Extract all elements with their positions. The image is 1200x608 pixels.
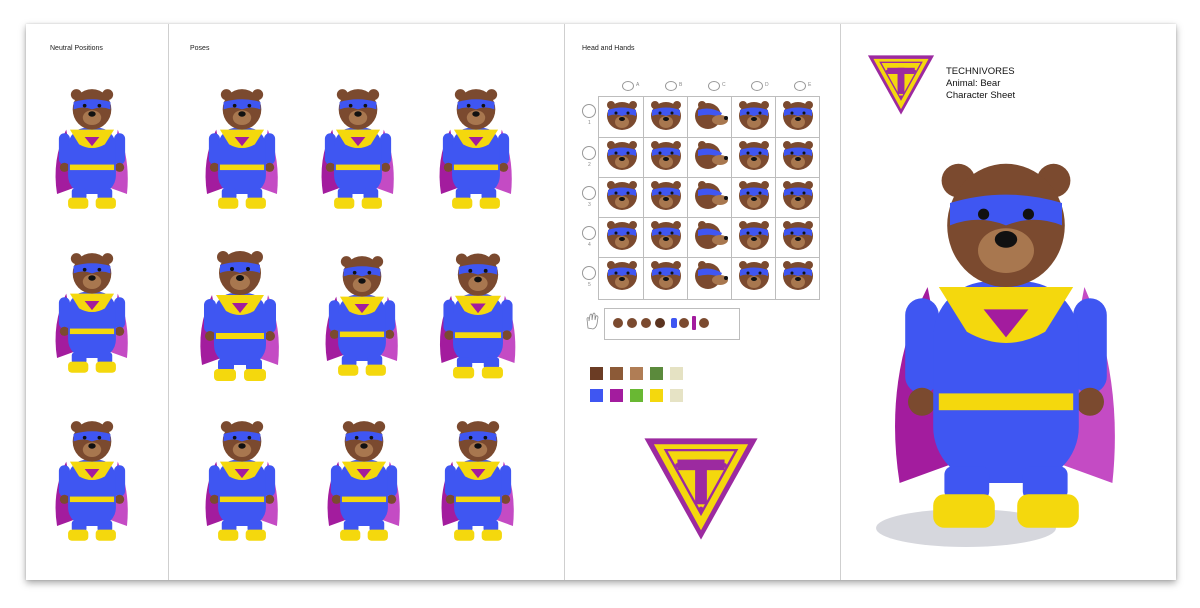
- head-1b: [651, 101, 681, 130]
- row-label-4: 4: [588, 242, 591, 248]
- bear-pose-1: [205, 89, 278, 209]
- view-three-quarter-icon: [665, 81, 677, 91]
- head-3a: [607, 181, 637, 210]
- head-hands-label: Head and Hands: [582, 45, 635, 52]
- bear-pose-5: [325, 256, 398, 376]
- head-1c: [695, 101, 728, 129]
- column-label-d: D: [765, 82, 769, 88]
- bear-pose-9: [441, 421, 514, 541]
- head-4c: [695, 221, 728, 249]
- swatch-3: [630, 367, 643, 380]
- head-3b: [651, 181, 681, 210]
- bear-hero: [895, 163, 1115, 528]
- bear-pose-6: [439, 253, 516, 379]
- bear-neutral-side: [55, 253, 128, 373]
- head-2c: [695, 141, 728, 169]
- bear-pose-8: [327, 421, 400, 541]
- swatch-7: [610, 389, 623, 402]
- head-1d: [739, 101, 769, 130]
- row-label-1: 1: [588, 120, 591, 126]
- head-2a: [607, 141, 637, 170]
- head-3c: [695, 181, 728, 209]
- head-1a: [607, 101, 637, 130]
- logo-large: [643, 437, 759, 541]
- brand-name: TECHNIVORES: [946, 66, 1015, 77]
- emotion-neutral-icon: [582, 104, 596, 118]
- head-5b: [651, 261, 681, 290]
- head-4a: [607, 221, 637, 250]
- swatch-8: [630, 389, 643, 402]
- logo-small: [867, 54, 935, 116]
- swatch-6: [590, 389, 603, 402]
- swatch-5: [670, 367, 683, 380]
- bear-pose-2: [321, 89, 394, 209]
- row-label-3: 3: [588, 202, 591, 208]
- head-4e: [783, 221, 813, 250]
- head-2e: [783, 141, 813, 170]
- divider-3: [840, 24, 841, 580]
- emotion-surprised-icon: [582, 266, 596, 280]
- column-label-c: C: [722, 82, 726, 88]
- bear-neutral-front: [55, 89, 128, 209]
- brand-animal: Animal: Bear: [946, 78, 1001, 89]
- swatch-2: [610, 367, 623, 380]
- row-label-5: 5: [588, 282, 591, 288]
- head-5e: [783, 261, 813, 290]
- poses-label: Poses: [190, 45, 210, 52]
- head-2d: [739, 141, 769, 170]
- head-5d: [739, 261, 769, 290]
- swatch-4: [650, 367, 663, 380]
- head-4b: [651, 221, 681, 250]
- head-4d: [739, 221, 769, 250]
- head-1e: [783, 101, 813, 130]
- bear-neutral-three-quarter: [55, 421, 128, 541]
- head-3d: [739, 181, 769, 210]
- view-side-icon: [708, 81, 720, 91]
- emotion-angry-icon: [582, 186, 596, 200]
- bear-pose-3: [439, 89, 512, 209]
- emotion-sad-icon: [582, 146, 596, 160]
- column-label-e: E: [808, 82, 812, 88]
- emotion-happy-icon: [582, 226, 596, 240]
- row-label-2: 2: [588, 162, 591, 168]
- head-2b: [651, 141, 681, 170]
- bear-pose-7: [205, 421, 278, 541]
- swatch-9: [650, 389, 663, 402]
- divider-2: [564, 24, 565, 580]
- column-label-a: A: [636, 82, 640, 88]
- swatch-1: [590, 367, 603, 380]
- brand-sheet: Character Sheet: [946, 90, 1016, 101]
- head-5a: [607, 261, 637, 290]
- hand-poses: [613, 316, 709, 330]
- bear-pose-4: [200, 251, 279, 381]
- view-back-icon: [794, 81, 806, 91]
- column-label-b: B: [679, 82, 683, 88]
- view-front-icon: [622, 81, 634, 91]
- divider-1: [168, 24, 169, 580]
- head-3e: [783, 181, 813, 210]
- swatch-10: [670, 389, 683, 402]
- view-top-icon: [751, 81, 763, 91]
- head-5c: [695, 261, 728, 289]
- neutral-positions-label: Neutral Positions: [50, 45, 103, 52]
- hand-outline-icon: [586, 312, 599, 330]
